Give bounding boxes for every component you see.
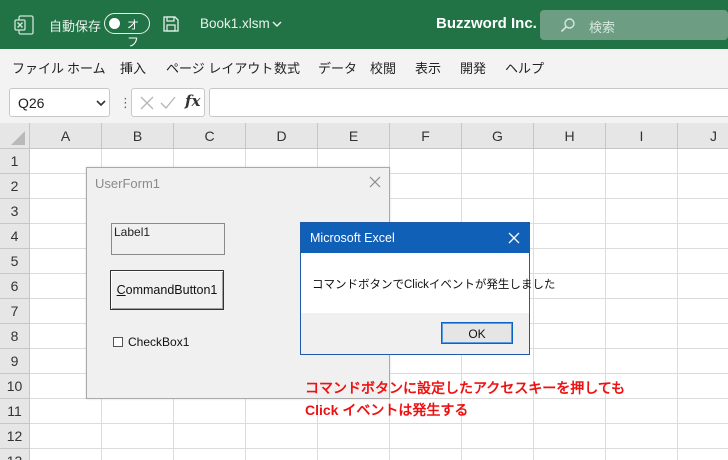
close-icon[interactable] [369,176,381,188]
menu-review[interactable]: 校閲 [370,58,396,77]
menu-view[interactable]: 表示 [415,58,441,77]
formula-bar: Q26 ⋮ fx [0,83,728,123]
row-header-9[interactable]: 9 [0,349,30,374]
toggle-knob [109,18,120,29]
row-header-1[interactable]: 1 [0,149,30,174]
workbook-name[interactable]: Book1.xlsm [200,16,270,31]
column-header-g[interactable]: G [462,123,534,149]
column-header-d[interactable]: D [246,123,318,149]
menu-file[interactable]: ファイル [12,58,64,77]
menu-formulas[interactable]: 数式 [274,58,300,77]
command-button-label: CommandButton1 [111,283,223,297]
cancel-icon[interactable] [140,96,154,110]
column-header-f[interactable]: F [390,123,462,149]
close-icon[interactable] [508,232,520,244]
menu-data[interactable]: データ [318,58,357,77]
column-header-b[interactable]: B [102,123,174,149]
column-header-i[interactable]: I [606,123,678,149]
autosave-toggle[interactable]: オフ [104,13,150,49]
title-bar: 自動保存 オフ Book1.xlsm Buzzword Inc. 検索 [0,0,728,49]
column-header-j[interactable]: J [678,123,728,149]
command-button[interactable]: CommandButton1 [110,270,224,310]
row-header-5[interactable]: 5 [0,249,30,274]
menu-developer[interactable]: 開発 [460,58,486,77]
row-header-10[interactable]: 10 [0,374,30,399]
chevron-down-icon[interactable] [96,100,106,107]
row-header-8[interactable]: 8 [0,324,30,349]
organization-name: Buzzword Inc. [436,15,537,32]
label1-text: Label1 [114,225,151,239]
checkbox1-label[interactable]: CheckBox1 [128,335,189,349]
row-header-3[interactable]: 3 [0,199,30,224]
search-box[interactable]: 検索 [540,10,728,40]
formula-buttons: fx [131,88,205,117]
checkbox1[interactable] [113,337,123,347]
select-all-icon [11,131,25,145]
row-header-6[interactable]: 6 [0,274,30,299]
row-header-2[interactable]: 2 [0,174,30,199]
command-button-rest: ommandButton1 [125,283,218,297]
annotation-line-2: Click イベントは発生する [305,402,469,418]
save-icon[interactable] [162,15,180,33]
message-box-footer: OK [301,313,529,354]
message-box-text: コマンドボタンでClickイベントが発生しました [312,279,556,291]
message-box: Microsoft Excel コマンドボタンでClickイベントが発生しました… [300,222,555,355]
annotation-line-1: コマンドボタンに設定したアクセスキーを押しても [305,380,626,396]
command-button-accel: C [116,283,126,297]
autosave-state: オフ [127,18,140,49]
userform-title: UserForm1 [95,176,161,191]
select-all-button[interactable] [0,123,30,149]
column-header-e[interactable]: E [318,123,390,149]
row-header-13[interactable]: 13 [0,449,30,460]
column-header-c[interactable]: C [174,123,246,149]
menu-help[interactable]: ヘルプ [505,58,544,77]
menu-page-layout[interactable]: ページ レイアウト [166,58,273,77]
insert-function-icon[interactable]: fx [185,92,200,110]
excel-icon [14,15,34,35]
row-header-11[interactable]: 11 [0,399,30,424]
ok-button[interactable]: OK [441,322,513,344]
column-header-a[interactable]: A [30,123,102,149]
name-box[interactable]: Q26 [9,88,110,117]
autosave-label: 自動保存 [49,19,102,34]
column-header-h[interactable]: H [534,123,606,149]
message-box-title: Microsoft Excel [310,231,395,245]
search-placeholder: 検索 [589,20,616,35]
menu-bar: ファイル ホーム 挿入 ページ レイアウト 数式 データ 校閲 表示 開発 ヘル… [0,49,728,83]
row-header-4[interactable]: 4 [0,224,30,249]
label1: Label1 [111,223,225,255]
ok-button-label: OK [468,327,486,341]
formula-input[interactable] [209,88,728,117]
check-icon[interactable] [160,96,176,110]
menu-insert[interactable]: 挿入 [120,58,146,77]
row-header-12[interactable]: 12 [0,424,30,449]
name-box-value: Q26 [18,95,45,111]
search-icon [560,18,575,33]
message-box-titlebar: Microsoft Excel [301,223,529,253]
menu-home[interactable]: ホーム [67,58,106,77]
row-header-7[interactable]: 7 [0,299,30,324]
chevron-down-icon[interactable] [272,21,282,28]
